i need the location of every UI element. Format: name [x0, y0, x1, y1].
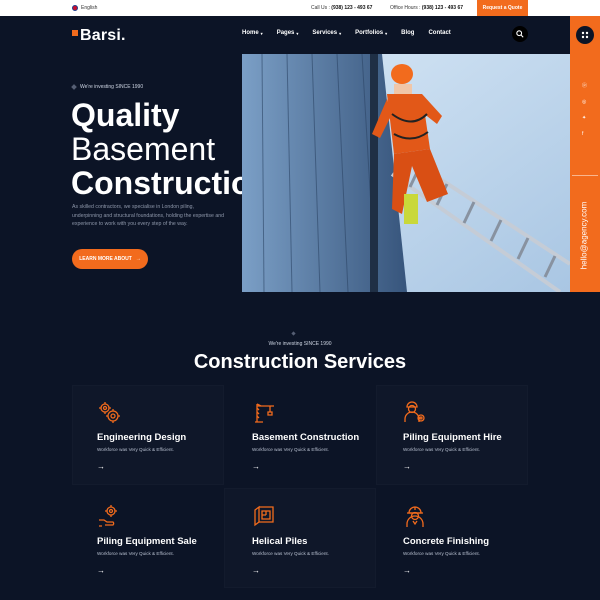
arrow-right-icon[interactable]: → [97, 462, 113, 472]
service-name: Engineering Design [97, 432, 187, 443]
diamond-icon [71, 84, 77, 90]
service-name: Piling Equipment Sale [97, 536, 197, 547]
diamond-icon [291, 331, 296, 336]
nav-contact[interactable]: Contact [428, 30, 450, 36]
logo-mark-icon [72, 30, 78, 36]
caret-down-icon: ▾ [385, 30, 388, 36]
hero-image [242, 54, 570, 292]
language-label: English [81, 5, 98, 11]
worker-gear-icon [404, 401, 425, 422]
social-links: ⓟ ◎ ✦ f [582, 82, 587, 137]
service-subtitle: Workforce was Very Quick & Efficient. [252, 447, 329, 452]
service-name: Helical Piles [252, 536, 308, 547]
service-subtitle: Workforce was Very Quick & Efficient. [403, 447, 480, 452]
service-card[interactable]: Engineering Design Workforce was Very Qu… [97, 400, 247, 500]
arrow-right-icon: → [135, 256, 141, 262]
services-title: Construction Services [193, 351, 407, 373]
learn-more-button[interactable]: LEARN MORE ABOUT → [72, 249, 148, 269]
uk-flag-icon [72, 5, 78, 11]
arrow-right-icon[interactable]: → [403, 566, 419, 576]
arrow-right-icon[interactable]: → [403, 462, 419, 472]
service-subtitle: Workforce was Very Quick & Efficient. [403, 551, 480, 556]
call-info: Call Us : (938) 123 - 493 67 [311, 5, 373, 11]
nav-portfolios[interactable]: Portfolios ▾ [355, 30, 387, 36]
request-quote-button[interactable]: Request a Quote [477, 0, 528, 16]
menu-grid-button[interactable] [576, 26, 594, 44]
facebook-icon[interactable]: f [582, 131, 587, 137]
grid-icon [581, 31, 589, 39]
service-subtitle: Workforce was Very Quick & Efficient. [97, 551, 174, 556]
search-button[interactable] [512, 26, 528, 42]
blueprint-icon [254, 505, 274, 527]
service-subtitle: Workforce was Very Quick & Efficient. [252, 551, 329, 556]
arrow-right-icon[interactable]: → [252, 566, 268, 576]
service-card[interactable]: Piling Equipment Hire Workforce was Very… [403, 400, 553, 500]
hand-gear-icon [99, 505, 117, 527]
main-nav: Home ▾ Pages ▾ Services ▾ Portfolios ▾ Blog … [242, 30, 465, 36]
service-card[interactable]: Helical Piles Workforce was Very Quick &… [252, 504, 402, 600]
service-card[interactable]: Basement Construction Workforce was Very… [252, 400, 402, 500]
call-number[interactable]: (938) 123 - 493 67 [331, 5, 372, 11]
language-selector[interactable]: English [72, 5, 97, 11]
engineer-icon [406, 506, 424, 527]
office-hours: Office Hours : (938) 123 - 493 67 [390, 5, 464, 11]
service-name: Basement Construction [252, 432, 360, 443]
nav-home[interactable]: Home ▾ [242, 30, 263, 36]
nav-services[interactable]: Services ▾ [312, 30, 341, 36]
pinterest-icon[interactable]: ⓟ [582, 82, 587, 89]
brand-logo[interactable]: Barsi. [72, 27, 126, 45]
side-divider [572, 175, 598, 176]
caret-down-icon: ▾ [296, 30, 299, 36]
hours-number: (938) 123 - 493 67 [421, 5, 464, 11]
instagram-icon[interactable]: ◎ [582, 99, 587, 105]
hero-kicker: We're investing SINCE 1990 [71, 84, 143, 90]
arrow-right-icon[interactable]: → [252, 462, 268, 472]
service-name: Concrete Finishing [403, 536, 490, 547]
twitter-icon[interactable]: ✦ [582, 115, 587, 121]
service-subtitle: Workforce was Very Quick & Efficient. [97, 447, 174, 452]
arrow-right-icon[interactable]: → [97, 566, 113, 576]
hero-description: As skilled contractors, we specialise in… [72, 204, 224, 228]
nav-blog[interactable]: Blog [401, 30, 414, 36]
service-card[interactable]: Concrete Finishing Workforce was Very Qu… [403, 504, 553, 600]
caret-down-icon: ▾ [339, 30, 342, 36]
nav-pages[interactable]: Pages ▾ [277, 30, 299, 36]
services-kicker: We're investing SINCE 1990 [268, 341, 332, 347]
service-name: Piling Equipment Hire [403, 432, 502, 443]
top-bar: English Call Us : (938) 123 - 493 67 Off… [0, 0, 600, 16]
brand-name: Barsi. [80, 27, 126, 44]
caret-down-icon: ▾ [260, 30, 263, 36]
service-card[interactable]: Piling Equipment Sale Workforce was Very… [97, 504, 247, 600]
search-icon [516, 30, 524, 38]
crane-icon [255, 403, 274, 423]
side-email-link[interactable]: hello@agency.com [574, 180, 594, 290]
hero-title: Quality Basement Construction [71, 97, 271, 201]
gears-icon [99, 402, 120, 423]
